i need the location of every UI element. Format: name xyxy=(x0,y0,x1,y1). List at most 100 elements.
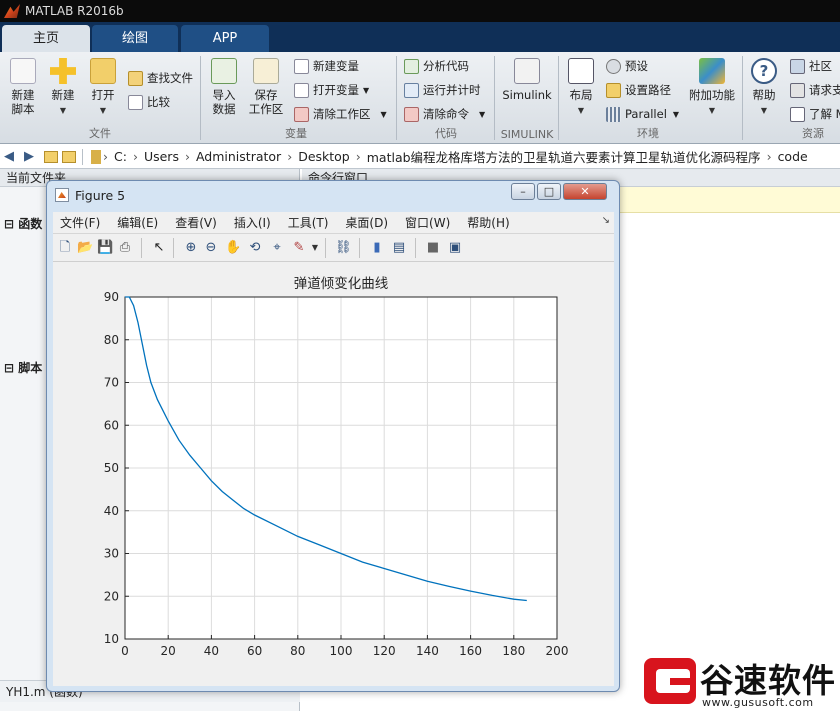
ribbon-separator xyxy=(396,56,397,140)
breadcrumb-project-folder[interactable]: matlab编程龙格库塔方法的卫星轨道六要素计算卫星轨道优化源码程序 xyxy=(367,147,761,166)
x-tick-label: 0 xyxy=(121,644,129,658)
x-tick-label: 180 xyxy=(502,644,525,658)
legend-icon[interactable]: ▤ xyxy=(391,240,407,256)
ribbon-separator xyxy=(200,56,201,140)
menu-view[interactable]: 查看(V) xyxy=(175,214,217,231)
breadcrumb-users[interactable]: Users xyxy=(144,149,179,164)
clear-workspace-button[interactable]: 清除工作区 ▼ xyxy=(294,104,387,124)
menu-window[interactable]: 窗口(W) xyxy=(405,214,450,231)
y-tick-label: 30 xyxy=(104,547,119,561)
figure-window-icon xyxy=(55,188,69,202)
colorbar-icon[interactable]: ▮ xyxy=(369,240,385,256)
menu-edit[interactable]: 编辑(E) xyxy=(117,214,158,231)
ribbon-separator xyxy=(742,56,743,140)
plus-icon xyxy=(50,58,76,84)
new-script-button[interactable]: 新建 脚本 xyxy=(6,58,40,116)
pointer-icon[interactable]: ↖ xyxy=(151,240,167,256)
layout-icon xyxy=(568,58,594,84)
gear-icon xyxy=(606,58,621,74)
breadcrumb-administrator[interactable]: Administrator xyxy=(196,149,281,164)
request-support-button[interactable]: 请求支 xyxy=(790,80,840,100)
x-tick-label: 60 xyxy=(247,644,262,658)
figure-window: Figure 5 – □ ✕ 文件(F) 编辑(E) 查看(V) 插入(I) 工… xyxy=(46,180,620,692)
menu-file[interactable]: 文件(F) xyxy=(60,214,100,231)
ribbon-separator xyxy=(558,56,559,140)
line-chart[interactable]: 0 20 40 60 80 100 120 140 160 180 200 10 20 30 40 50 60 7… xyxy=(53,262,614,686)
parallel-button[interactable]: Parallel ▼ xyxy=(606,104,679,124)
community-icon xyxy=(790,58,805,74)
zoom-in-icon[interactable]: ⊕ xyxy=(183,240,199,256)
brush-icon[interactable]: ✎ xyxy=(291,240,307,256)
layout-button[interactable]: 布局 ▼ xyxy=(566,58,596,118)
figure-titlebar[interactable]: Figure 5 – □ ✕ xyxy=(47,181,619,209)
zoom-out-icon[interactable]: ⊖ xyxy=(203,240,219,256)
group-label-code: 代码 xyxy=(435,127,457,140)
compare-button[interactable]: 比较 xyxy=(128,92,170,112)
dock-arrow-icon[interactable]: ↘ xyxy=(602,215,610,226)
forward-arrow-icon[interactable]: ▶ xyxy=(24,149,40,164)
data-cursor-icon[interactable]: ⌖ xyxy=(269,240,285,256)
breadcrumb-desktop[interactable]: Desktop xyxy=(298,149,350,164)
y-tick-label: 70 xyxy=(104,376,119,390)
tab-plots[interactable]: 绘图 xyxy=(92,25,178,52)
show-plot-tools-icon[interactable]: ▣ xyxy=(447,240,463,256)
browse-folder-icon[interactable] xyxy=(62,150,76,163)
menu-tools[interactable]: 工具(T) xyxy=(288,214,329,231)
rotate-3d-icon[interactable]: ⟲ xyxy=(247,240,263,256)
run-and-time-button[interactable]: 运行并计时 xyxy=(404,80,481,100)
menu-help[interactable]: 帮助(H) xyxy=(467,214,509,231)
save-icon[interactable]: 💾 xyxy=(97,240,113,256)
figure-title: Figure 5 xyxy=(75,187,126,203)
save-workspace-button[interactable]: 保存 工作区 xyxy=(246,58,286,116)
tab-apps[interactable]: APP xyxy=(181,25,269,52)
clear-commands-button[interactable]: 清除命令 ▼ xyxy=(404,104,485,124)
y-tick-label: 20 xyxy=(104,589,119,603)
print-icon[interactable]: ⎙ xyxy=(117,240,133,256)
import-data-button[interactable]: 导入 数据 xyxy=(208,58,240,116)
y-tick-label: 60 xyxy=(104,418,119,432)
scripts-section-label[interactable]: ⊟ 脚本 xyxy=(4,359,42,376)
close-button[interactable]: ✕ xyxy=(563,183,607,200)
analyze-code-button[interactable]: 分析代码 xyxy=(404,56,469,76)
folder-icon xyxy=(606,82,621,98)
up-folder-icon[interactable] xyxy=(44,150,58,163)
maximize-button[interactable]: □ xyxy=(537,183,561,200)
community-button[interactable]: 社区 xyxy=(790,56,832,76)
new-variable-button[interactable]: 新建变量 xyxy=(294,56,359,76)
y-tick-label: 40 xyxy=(104,504,119,518)
figure-canvas: 0 20 40 60 80 100 120 140 160 180 200 10 20 30 40 50 60 7… xyxy=(53,262,614,686)
tab-home[interactable]: 主页 xyxy=(2,25,90,52)
hide-plot-tools-icon[interactable]: ■ xyxy=(425,240,441,256)
learn-matlab-button[interactable]: 了解 M xyxy=(790,104,840,124)
back-arrow-icon[interactable]: ◀ xyxy=(4,149,20,164)
open-button[interactable]: 打开 ▼ xyxy=(86,58,120,118)
brush-dropdown-icon[interactable]: ▼ xyxy=(307,240,323,256)
y-tick-label: 90 xyxy=(104,290,119,304)
preferences-button[interactable]: 预设 xyxy=(606,56,648,76)
new-figure-icon[interactable]: 🗋 xyxy=(57,240,73,256)
minimize-button[interactable]: – xyxy=(511,183,535,200)
save-workspace-icon xyxy=(253,58,279,84)
breadcrumb-c[interactable]: C: xyxy=(114,149,127,164)
menu-insert[interactable]: 插入(I) xyxy=(234,214,271,231)
analyze-code-icon xyxy=(404,58,419,74)
open-file-icon[interactable]: 📂 xyxy=(77,240,93,256)
x-tick-label: 20 xyxy=(161,644,176,658)
help-button[interactable]: ? 帮助 ▼ xyxy=(750,58,778,118)
functions-section-label[interactable]: ⊟ 函数 xyxy=(4,215,42,232)
open-variable-button[interactable]: 打开变量 ▼ xyxy=(294,80,369,100)
simulink-button[interactable]: Simulink xyxy=(502,58,552,102)
pan-hand-icon[interactable]: ✋ xyxy=(225,240,241,256)
find-files-button[interactable]: 查找文件 xyxy=(128,68,193,88)
eraser-icon xyxy=(294,106,309,122)
addons-button[interactable]: 附加功能 ▼ xyxy=(688,58,736,118)
x-tick-label: 100 xyxy=(330,644,353,658)
addons-cubes-icon xyxy=(699,58,725,84)
simulink-icon xyxy=(514,58,540,84)
menu-desktop[interactable]: 桌面(D) xyxy=(345,214,388,231)
breadcrumb-code[interactable]: code xyxy=(778,149,808,164)
group-label-resources: 资源 xyxy=(802,127,824,140)
new-button[interactable]: 新建 ▼ xyxy=(46,58,80,118)
set-path-button[interactable]: 设置路径 xyxy=(606,80,671,100)
link-plot-icon[interactable]: ⛓ xyxy=(335,240,352,256)
